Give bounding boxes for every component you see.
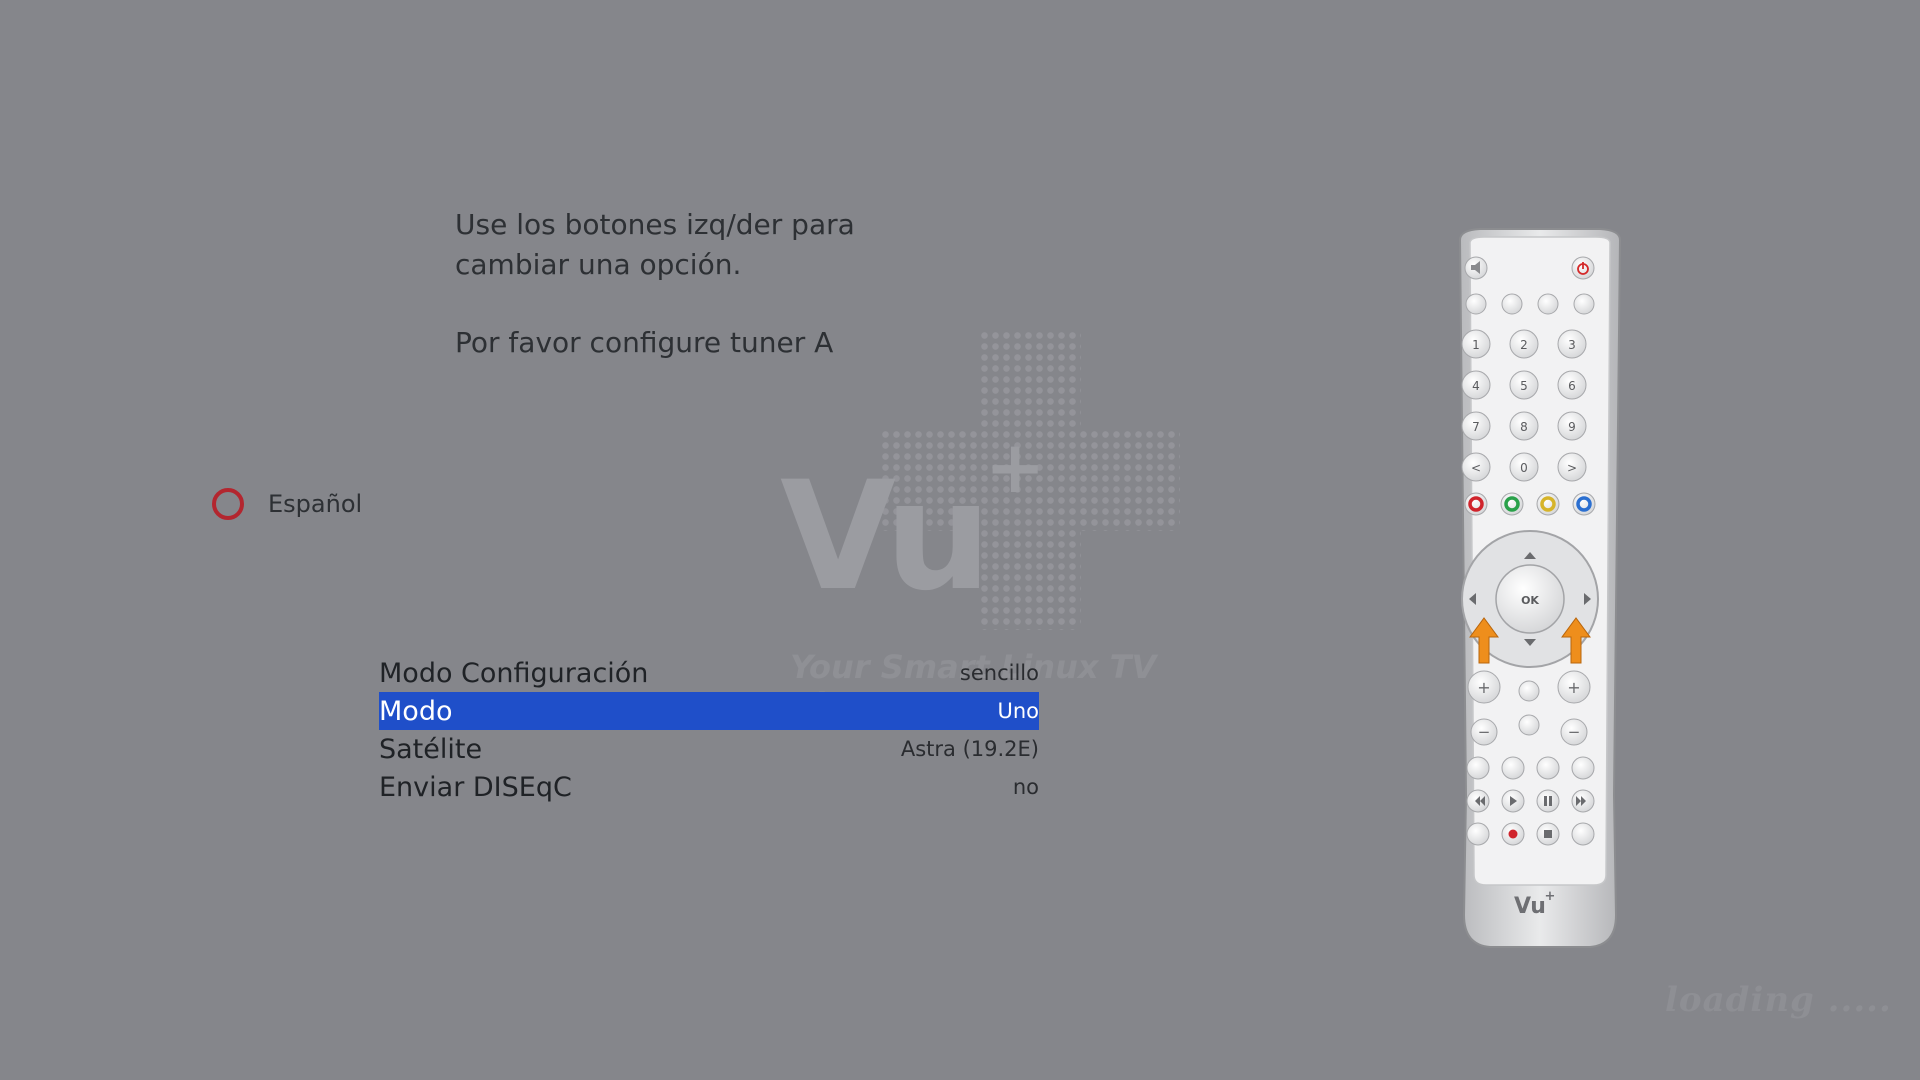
svg-text:<: <: [1471, 461, 1481, 475]
instruction-line-1: Use los botones izq/der para: [455, 208, 855, 241]
key-5: 5: [1509, 370, 1539, 400]
key-prev: <: [1461, 452, 1491, 482]
key-4: 4: [1461, 370, 1491, 400]
key-1: 1: [1461, 329, 1491, 359]
svg-text:+: +: [1545, 889, 1556, 904]
watermark-logo-text: Vu: [780, 450, 992, 624]
svg-text:8: 8: [1520, 420, 1528, 434]
key-0: 0: [1509, 452, 1539, 482]
key-7: 7: [1461, 411, 1491, 441]
key-next: >: [1557, 452, 1587, 482]
menu-row-satellite[interactable]: Satélite Astra (19.2E): [379, 730, 1039, 768]
power-button: [1571, 256, 1595, 280]
svg-text:+: +: [1567, 678, 1580, 697]
vu-watermark: Vu + Your Smart Linux TV Player: [760, 330, 1180, 724]
svg-text:5: 5: [1520, 379, 1528, 393]
menu-row-value: Astra (19.2E): [900, 737, 1039, 761]
menu-row-value: Uno: [997, 699, 1039, 723]
svg-text:>: >: [1567, 461, 1577, 475]
key-9: 9: [1557, 411, 1587, 441]
menu-row-diseqc[interactable]: Enviar DISEqC no: [379, 768, 1039, 806]
record-icon: [1508, 829, 1518, 839]
svg-text:+: +: [1477, 678, 1490, 697]
language-label: Español: [268, 490, 363, 518]
language-ring-icon: [212, 488, 244, 520]
language-selector[interactable]: Español: [212, 485, 362, 523]
svg-text:9: 9: [1568, 420, 1576, 434]
svg-text:7: 7: [1472, 420, 1480, 434]
svg-text:1: 1: [1472, 338, 1480, 352]
menu-row-label: Modo Configuración: [379, 657, 649, 689]
mute-button: [1464, 256, 1488, 280]
menu-row-label: Modo: [379, 695, 453, 727]
menu-row-value: no: [1012, 775, 1039, 799]
instruction-line-2: cambiar una opción.: [455, 248, 742, 281]
remote-control-illustration: 1 2 3 4 5 6 7 8 9 < 0 > OK + − + − Vu +: [1458, 228, 1622, 948]
menu-row-label: Enviar DISEqC: [379, 771, 572, 803]
tuner-config-menu: Modo Configuración sencillo Modo Uno Sat…: [379, 654, 1039, 806]
key-2: 2: [1509, 329, 1539, 359]
svg-text:4: 4: [1472, 379, 1480, 393]
key-3: 3: [1557, 329, 1587, 359]
watermark-logo-plus: +: [985, 425, 1046, 509]
loading-indicator: loading .....: [1665, 980, 1892, 1020]
key-6: 6: [1557, 370, 1587, 400]
svg-text:Vu: Vu: [1514, 894, 1546, 919]
svg-text:3: 3: [1568, 338, 1576, 352]
key-8: 8: [1509, 411, 1539, 441]
instruction-text: Use los botones izq/der para cambiar una…: [455, 205, 855, 363]
svg-text:0: 0: [1520, 461, 1528, 475]
svg-text:−: −: [1478, 723, 1491, 741]
menu-row-value: sencillo: [959, 661, 1039, 685]
menu-row-label: Satélite: [379, 733, 483, 765]
svg-text:2: 2: [1520, 338, 1528, 352]
menu-row-mode[interactable]: Modo Uno: [379, 692, 1039, 730]
stop-icon: [1544, 830, 1552, 838]
svg-text:6: 6: [1568, 379, 1576, 393]
ok-label: OK: [1521, 594, 1539, 607]
instruction-tuner: Por favor configure tuner A: [455, 326, 834, 359]
svg-text:−: −: [1568, 723, 1581, 741]
menu-row-config-mode[interactable]: Modo Configuración sencillo: [379, 654, 1039, 692]
